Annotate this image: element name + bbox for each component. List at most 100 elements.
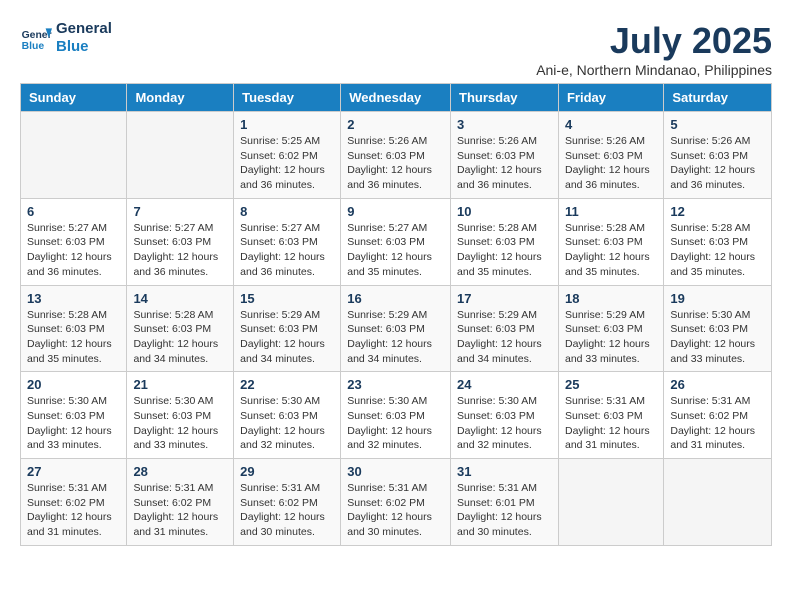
day-number: 13 <box>27 291 120 306</box>
day-detail: Sunrise: 5:26 AM Sunset: 6:03 PM Dayligh… <box>457 134 552 193</box>
calendar-cell: 27Sunrise: 5:31 AM Sunset: 6:02 PM Dayli… <box>21 459 127 546</box>
calendar-cell: 13 Sunrise: 5:28 AM Sunset: 6:03 PM Dayli… <box>21 285 127 372</box>
weekday-header-wednesday: Wednesday <box>341 84 451 112</box>
calendar-cell: 30 Sunrise: 5:31 AM Sunset: 6:02 PM Dayli… <box>341 459 451 546</box>
weekday-header-row: SundayMondayTuesdayWednesdayThursdayFrid… <box>21 84 772 112</box>
day-number: 18 <box>565 291 657 306</box>
day-detail: Sunrise: 5:28 AM Sunset: 6:03 PM Dayligh… <box>457 221 552 280</box>
day-number: 2 <box>347 117 444 132</box>
day-detail: Sunrise: 5:27 AM Sunset: 6:03 PM Dayligh… <box>240 221 334 280</box>
day-number: 22 <box>240 377 334 392</box>
calendar-cell: 2 Sunrise: 5:26 AM Sunset: 6:03 PM Daylig… <box>341 112 451 199</box>
day-detail: Sunrise: 5:28 AM Sunset: 6:03 PM Dayligh… <box>27 308 120 367</box>
day-number: 30 <box>347 464 444 479</box>
weekday-header-sunday: Sunday <box>21 84 127 112</box>
day-number: 1 <box>240 117 334 132</box>
weekday-header-saturday: Saturday <box>664 84 772 112</box>
calendar-cell: 3 Sunrise: 5:26 AM Sunset: 6:03 PM Daylig… <box>451 112 559 199</box>
day-detail: Sunrise: 5:31 AM Sunset: 6:01 PM Dayligh… <box>457 481 552 540</box>
calendar-cell: 18 Sunrise: 5:29 AM Sunset: 6:03 PM Dayli… <box>558 285 663 372</box>
calendar-cell: 16Sunrise: 5:29 AM Sunset: 6:03 PM Dayli… <box>341 285 451 372</box>
calendar-cell: 7Sunrise: 5:27 AM Sunset: 6:03 PM Daylig… <box>127 198 234 285</box>
day-detail: Sunrise: 5:26 AM Sunset: 6:03 PM Dayligh… <box>670 134 765 193</box>
day-number: 15 <box>240 291 334 306</box>
weekday-header-friday: Friday <box>558 84 663 112</box>
day-number: 20 <box>27 377 120 392</box>
calendar-cell <box>558 459 663 546</box>
calendar-cell: 26Sunrise: 5:31 AM Sunset: 6:02 PM Dayli… <box>664 372 772 459</box>
day-detail: Sunrise: 5:31 AM Sunset: 6:02 PM Dayligh… <box>347 481 444 540</box>
calendar-cell: 10Sunrise: 5:28 AM Sunset: 6:03 PM Dayli… <box>451 198 559 285</box>
svg-text:Blue: Blue <box>22 41 45 52</box>
calendar-cell: 22 Sunrise: 5:30 AM Sunset: 6:03 PM Dayli… <box>234 372 341 459</box>
calendar-cell: 11Sunrise: 5:28 AM Sunset: 6:03 PM Dayli… <box>558 198 663 285</box>
day-number: 3 <box>457 117 552 132</box>
calendar-cell: 17 Sunrise: 5:29 AM Sunset: 6:03 PM Dayli… <box>451 285 559 372</box>
day-detail: Sunrise: 5:31 AM Sunset: 6:03 PM Dayligh… <box>565 394 657 453</box>
day-detail: Sunrise: 5:28 AM Sunset: 6:03 PM Dayligh… <box>670 221 765 280</box>
day-number: 14 <box>133 291 227 306</box>
calendar-cell: 8 Sunrise: 5:27 AM Sunset: 6:03 PM Daylig… <box>234 198 341 285</box>
calendar-cell: 24 Sunrise: 5:30 AM Sunset: 6:03 PM Dayli… <box>451 372 559 459</box>
weekday-header-thursday: Thursday <box>451 84 559 112</box>
day-detail: Sunrise: 5:29 AM Sunset: 6:03 PM Dayligh… <box>565 308 657 367</box>
logo-text-general: General <box>56 20 112 38</box>
calendar-cell: 9 Sunrise: 5:27 AM Sunset: 6:03 PM Daylig… <box>341 198 451 285</box>
day-detail: Sunrise: 5:31 AM Sunset: 6:02 PM Dayligh… <box>133 481 227 540</box>
day-detail: Sunrise: 5:30 AM Sunset: 6:03 PM Dayligh… <box>457 394 552 453</box>
day-number: 26 <box>670 377 765 392</box>
day-detail: Sunrise: 5:30 AM Sunset: 6:03 PM Dayligh… <box>670 308 765 367</box>
day-detail: Sunrise: 5:27 AM Sunset: 6:03 PM Dayligh… <box>27 221 120 280</box>
day-number: 28 <box>133 464 227 479</box>
day-detail: Sunrise: 5:29 AM Sunset: 6:03 PM Dayligh… <box>240 308 334 367</box>
day-number: 29 <box>240 464 334 479</box>
calendar-cell <box>21 112 127 199</box>
day-detail: Sunrise: 5:25 AM Sunset: 6:02 PM Dayligh… <box>240 134 334 193</box>
calendar-header: SundayMondayTuesdayWednesdayThursdayFrid… <box>21 84 772 112</box>
day-detail: Sunrise: 5:31 AM Sunset: 6:02 PM Dayligh… <box>240 481 334 540</box>
logo-icon: General Blue <box>20 22 52 54</box>
calendar-cell: 25 Sunrise: 5:31 AM Sunset: 6:03 PM Dayli… <box>558 372 663 459</box>
day-number: 19 <box>670 291 765 306</box>
day-number: 27 <box>27 464 120 479</box>
calendar-body: 1 Sunrise: 5:25 AM Sunset: 6:02 PM Daylig… <box>21 112 772 546</box>
calendar-cell: 14Sunrise: 5:28 AM Sunset: 6:03 PM Dayli… <box>127 285 234 372</box>
calendar-week-2: 6 Sunrise: 5:27 AM Sunset: 6:03 PM Daylig… <box>21 198 772 285</box>
calendar-week-3: 13 Sunrise: 5:28 AM Sunset: 6:03 PM Dayli… <box>21 285 772 372</box>
day-number: 23 <box>347 377 444 392</box>
day-number: 12 <box>670 204 765 219</box>
logo-text-blue: Blue <box>56 38 112 56</box>
day-number: 8 <box>240 204 334 219</box>
day-detail: Sunrise: 5:27 AM Sunset: 6:03 PM Dayligh… <box>347 221 444 280</box>
calendar-cell: 31 Sunrise: 5:31 AM Sunset: 6:01 PM Dayli… <box>451 459 559 546</box>
day-detail: Sunrise: 5:29 AM Sunset: 6:03 PM Dayligh… <box>457 308 552 367</box>
day-number: 9 <box>347 204 444 219</box>
calendar-cell: 23 Sunrise: 5:30 AM Sunset: 6:03 PM Dayli… <box>341 372 451 459</box>
day-detail: Sunrise: 5:30 AM Sunset: 6:03 PM Dayligh… <box>240 394 334 453</box>
calendar-cell: 20 Sunrise: 5:30 AM Sunset: 6:03 PM Dayli… <box>21 372 127 459</box>
calendar-cell: 15 Sunrise: 5:29 AM Sunset: 6:03 PM Dayli… <box>234 285 341 372</box>
weekday-header-monday: Monday <box>127 84 234 112</box>
calendar-cell: 6 Sunrise: 5:27 AM Sunset: 6:03 PM Daylig… <box>21 198 127 285</box>
day-detail: Sunrise: 5:30 AM Sunset: 6:03 PM Dayligh… <box>347 394 444 453</box>
calendar-cell: 5Sunrise: 5:26 AM Sunset: 6:03 PM Daylig… <box>664 112 772 199</box>
calendar-cell <box>127 112 234 199</box>
day-number: 4 <box>565 117 657 132</box>
calendar-cell: 19 Sunrise: 5:30 AM Sunset: 6:03 PM Dayli… <box>664 285 772 372</box>
day-detail: Sunrise: 5:26 AM Sunset: 6:03 PM Dayligh… <box>347 134 444 193</box>
day-detail: Sunrise: 5:30 AM Sunset: 6:03 PM Dayligh… <box>27 394 120 453</box>
title-block: July 2025 Ani-e, Northern Mindanao, Phil… <box>536 20 772 78</box>
day-number: 25 <box>565 377 657 392</box>
calendar-cell: 4Sunrise: 5:26 AM Sunset: 6:03 PM Daylig… <box>558 112 663 199</box>
day-number: 17 <box>457 291 552 306</box>
calendar-cell: 12 Sunrise: 5:28 AM Sunset: 6:03 PM Dayli… <box>664 198 772 285</box>
day-number: 24 <box>457 377 552 392</box>
page-header: General Blue General Blue July 2025 Ani-… <box>10 10 782 83</box>
subtitle: Ani-e, Northern Mindanao, Philippines <box>536 62 772 78</box>
calendar-table: SundayMondayTuesdayWednesdayThursdayFrid… <box>20 83 772 546</box>
day-number: 31 <box>457 464 552 479</box>
day-number: 6 <box>27 204 120 219</box>
calendar-week-1: 1 Sunrise: 5:25 AM Sunset: 6:02 PM Daylig… <box>21 112 772 199</box>
main-title: July 2025 <box>536 20 772 62</box>
calendar-cell: 29 Sunrise: 5:31 AM Sunset: 6:02 PM Dayli… <box>234 459 341 546</box>
